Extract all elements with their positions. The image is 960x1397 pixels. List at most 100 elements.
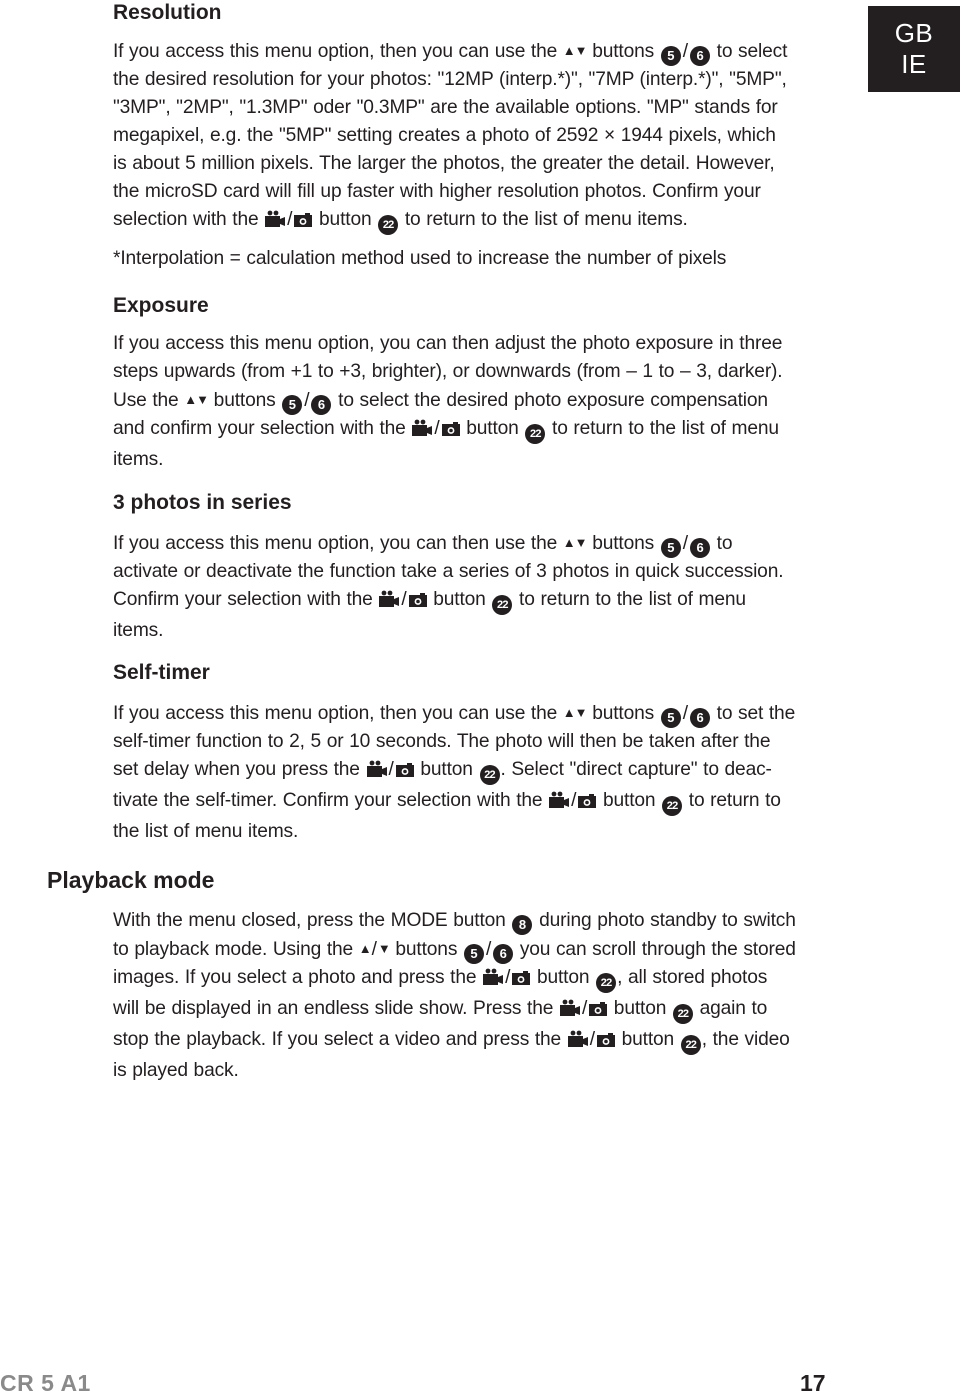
text-line: With the menu closed, press the MODE but… xyxy=(113,907,843,935)
section-heading-3-photos-in-series: 3 photos in series xyxy=(113,491,292,514)
text-run: buttons xyxy=(586,703,660,724)
text-run: tivate the self-timer. Confirm your sele… xyxy=(113,790,549,811)
text-run: button xyxy=(531,967,596,988)
number-badge-22: 22 xyxy=(525,424,546,444)
photo-camera-icon xyxy=(441,418,461,446)
paragraph-exposure: If you access this menu option, you can … xyxy=(113,330,843,474)
text-line: activate or deactivate the function take… xyxy=(113,558,843,586)
text-line: If you access this menu option, you can … xyxy=(113,330,843,358)
paragraph-playback-mode: With the menu closed, press the MODE but… xyxy=(113,907,843,1085)
text-run: is played back. xyxy=(113,1060,239,1081)
language-code-ie: IE xyxy=(901,49,927,79)
video-camera-icon xyxy=(378,589,400,617)
text-line: the list of menu items. xyxy=(113,818,843,846)
text-run: to set the xyxy=(710,703,796,724)
up-down-arrows-icon: ▲▼ xyxy=(562,535,588,550)
slash-separator: / xyxy=(388,759,394,780)
text-run: . Select "direct capture" to deac- xyxy=(500,759,772,780)
text-line: Use the ▲▼ buttons 5/6 to select the des… xyxy=(113,386,843,415)
text-run: buttons xyxy=(586,41,660,62)
slash-separator: / xyxy=(287,209,293,230)
number-badge-6: 6 xyxy=(689,538,710,558)
video-camera-icon xyxy=(411,418,433,446)
photo-camera-icon xyxy=(395,759,415,787)
video-camera-icon xyxy=(548,790,570,818)
text-run: to xyxy=(710,533,733,554)
slash-separator: / xyxy=(589,1029,595,1050)
text-run: during photo standby to switch xyxy=(533,910,796,931)
number-badge-22: 22 xyxy=(479,765,500,785)
text-line: will be displayed in an endless slide sh… xyxy=(113,995,843,1026)
text-run: button xyxy=(427,589,492,610)
text-run: items. xyxy=(113,620,164,641)
number-badge-5: 5 xyxy=(660,708,681,728)
number-badge-6: 6 xyxy=(689,46,710,66)
text-run: to return to the list of menu xyxy=(513,589,746,610)
text-run: button xyxy=(608,998,672,1019)
text-run: the desired resolution for your photos: … xyxy=(113,69,787,90)
photo-camera-icon xyxy=(577,790,597,818)
photo-camera-icon xyxy=(596,1029,616,1057)
text-line: Confirm your selection with the / button… xyxy=(113,586,843,617)
number-badge-8: 8 xyxy=(512,915,533,935)
photo-camera-icon xyxy=(511,967,531,995)
text-run: button xyxy=(414,759,479,780)
paragraph-self-timer: If you access this menu option, then you… xyxy=(113,699,843,846)
slash-separator: / xyxy=(304,390,310,411)
slash-separator: / xyxy=(371,939,377,960)
up-down-arrows-icon: ▲▼ xyxy=(184,392,209,407)
slash-separator: / xyxy=(401,589,407,610)
text-run: , all stored photos xyxy=(617,967,768,988)
text-run: activate or deactivate the function take… xyxy=(113,561,784,582)
text-run: and confirm your selection with the xyxy=(113,418,412,439)
text-run: buttons xyxy=(586,533,660,554)
photo-camera-icon xyxy=(588,998,608,1026)
number-badge-6: 6 xyxy=(493,944,514,964)
section-heading-self-timer: Self-timer xyxy=(113,661,210,684)
paragraph-resolution: If you access this menu option, then you… xyxy=(113,37,843,237)
slash-separator: / xyxy=(505,967,511,988)
up-down-arrows-icon: ▲▼ xyxy=(562,43,588,58)
video-camera-icon xyxy=(366,759,388,787)
number-badge-5: 5 xyxy=(282,395,303,415)
text-run: *Interpolation = calculation method used… xyxy=(113,248,727,269)
text-run: stop the playback. If you select a video… xyxy=(113,1029,567,1050)
text-run: to select the desired photo exposure com… xyxy=(332,390,768,411)
paragraph-3-photos-in-series: If you access this menu option, you can … xyxy=(113,529,843,645)
text-run: to return to xyxy=(683,790,781,811)
section-heading-resolution: Resolution xyxy=(113,1,222,24)
text-line: "3MP", "2MP", "1.3MP" oder "0.3MP" are t… xyxy=(113,94,843,122)
text-line: If you access this menu option, you can … xyxy=(113,529,843,558)
number-badge-5: 5 xyxy=(660,538,681,558)
text-run: buttons xyxy=(389,939,463,960)
language-tab: GB IE xyxy=(868,6,960,92)
text-run: images. If you select a photo and press … xyxy=(113,967,483,988)
text-run: again to xyxy=(693,998,768,1019)
up-down-arrows-icon: ▲▼ xyxy=(562,705,588,720)
text-line: selection with the / button 22 to return… xyxy=(113,206,843,237)
text-line: and confirm your selection with the / bu… xyxy=(113,415,843,446)
text-run: you can scroll through the stored xyxy=(514,939,796,960)
slash-separator: / xyxy=(571,790,577,811)
text-line: items. xyxy=(113,617,843,645)
text-run: button xyxy=(597,790,662,811)
footer-page-number: 17 xyxy=(800,1370,826,1396)
slash-separator: / xyxy=(485,939,492,960)
number-badge-22: 22 xyxy=(662,796,683,816)
slash-separator: / xyxy=(682,533,688,554)
text-run: "3MP", "2MP", "1.3MP" oder "0.3MP" are t… xyxy=(113,97,778,118)
text-line: If you access this menu option, then you… xyxy=(113,37,843,66)
text-run: button xyxy=(313,209,378,230)
text-run: With the menu closed, press the MODE but… xyxy=(113,910,512,931)
text-run: Confirm your selection with the xyxy=(113,589,379,610)
paragraph-interpolation-note: *Interpolation = calculation method used… xyxy=(113,245,843,273)
text-line: to playback mode. Using the ▲/▼ buttons … xyxy=(113,935,843,964)
text-run: If you access this menu option, you can … xyxy=(113,533,563,554)
text-line: is played back. xyxy=(113,1057,843,1085)
text-line: the microSD card will fill up faster wit… xyxy=(113,178,843,206)
text-line: images. If you select a photo and press … xyxy=(113,964,843,995)
text-run: steps upwards (from +1 to +3, brighter),… xyxy=(113,361,783,382)
up-arrow-icon: ▲ xyxy=(358,941,372,956)
text-line: stop the playback. If you select a video… xyxy=(113,1026,843,1057)
text-line: items. xyxy=(113,446,843,474)
